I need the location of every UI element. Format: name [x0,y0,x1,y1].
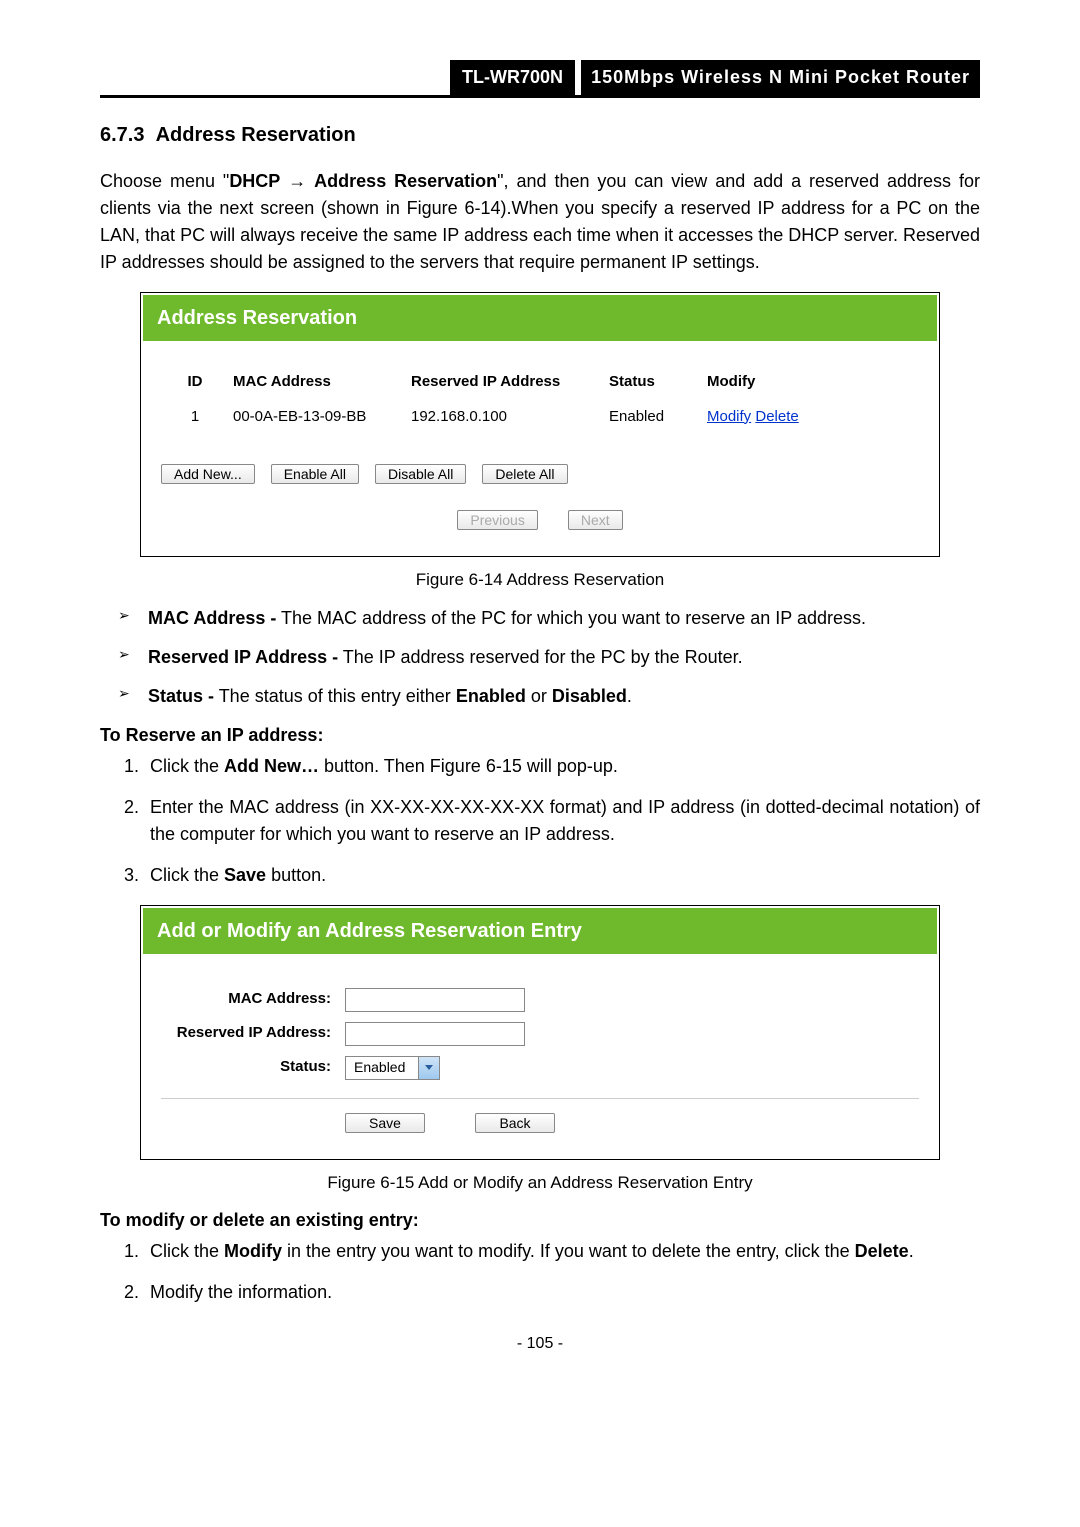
modify-heading: To modify or delete an existing entry: [100,1207,980,1234]
disable-all-button[interactable]: Disable All [375,464,466,484]
section-title: Address Reservation [156,124,356,146]
header-model: TL-WR700N [450,60,575,95]
figure-caption-2: Figure 6-15 Add or Modify an Address Res… [100,1170,980,1196]
def-status: Status - The status of this entry either… [130,683,980,710]
panel-title-2: Add or Modify an Address Reservation Ent… [143,908,937,954]
form-row-status: Status: Enabled [161,1056,919,1080]
page-header: TL-WR700N 150Mbps Wireless N Mini Pocket… [100,60,980,98]
definition-list: MAC Address - The MAC address of the PC … [100,605,980,710]
add-new-button[interactable]: Add New... [161,464,255,484]
def-mac: MAC Address - The MAC address of the PC … [130,605,980,632]
enable-all-button[interactable]: Enable All [271,464,359,484]
label-ip: Reserved IP Address: [161,1022,345,1045]
mod-step-2: Modify the information. [144,1279,980,1306]
next-button[interactable]: Next [568,510,623,530]
header-desc: 150Mbps Wireless N Mini Pocket Router [581,60,980,95]
col-id: ID [161,365,229,400]
action-button-row: Add New... Enable All Disable All Delete… [161,464,919,484]
cell-id: 1 [161,400,229,435]
intro-paragraph: Choose menu "DHCP → Address Reservation"… [100,168,980,276]
cell-mac: 00-0A-EB-13-09-BB [229,400,407,435]
step-3: Click the Save button. [144,862,980,889]
form-row-mac: MAC Address: [161,988,919,1012]
section-number: 6.7.3 [100,124,144,146]
reserved-ip-input[interactable] [345,1022,525,1046]
figure-add-modify-entry: Add or Modify an Address Reservation Ent… [140,905,940,1160]
step-2: Enter the MAC address (in XX-XX-XX-XX-XX… [144,794,980,848]
delete-link[interactable]: Delete [755,408,798,425]
save-button[interactable]: Save [345,1113,425,1133]
delete-all-button[interactable]: Delete All [482,464,567,484]
step-1: Click the Add New… button. Then Figure 6… [144,753,980,780]
reservation-table: ID MAC Address Reserved IP Address Statu… [161,365,919,434]
modify-steps: Click the Modify in the entry you want t… [100,1238,980,1306]
col-mac: MAC Address [229,365,407,400]
previous-button[interactable]: Previous [457,510,537,530]
mod-step-1: Click the Modify in the entry you want t… [144,1238,980,1265]
label-status: Status: [161,1056,345,1079]
separator [161,1098,919,1099]
status-select[interactable]: Enabled [345,1056,440,1080]
panel-title: Address Reservation [143,295,937,341]
col-ip: Reserved IP Address [407,365,605,400]
figure-caption-1: Figure 6-14 Address Reservation [100,567,980,593]
form-row-ip: Reserved IP Address: [161,1022,919,1046]
def-ip: Reserved IP Address - The IP address res… [130,644,980,671]
cell-ip: 192.168.0.100 [407,400,605,435]
col-status: Status [605,365,703,400]
back-button[interactable]: Back [475,1113,555,1133]
modify-link[interactable]: Modify [707,408,751,425]
col-modify: Modify [703,365,919,400]
cell-status: Enabled [605,400,703,435]
table-row: 1 00-0A-EB-13-09-BB 192.168.0.100 Enable… [161,400,919,435]
reserve-steps: Click the Add New… button. Then Figure 6… [100,753,980,889]
reserve-heading: To Reserve an IP address: [100,722,980,749]
label-mac: MAC Address: [161,988,345,1011]
chevron-down-icon [418,1057,439,1079]
pagination-row: Previous Next [161,510,919,530]
mac-address-input[interactable] [345,988,525,1012]
figure-address-reservation: Address Reservation ID MAC Address Reser… [140,292,940,557]
section-heading: 6.7.3 Address Reservation [100,120,980,150]
page-number: - 105 - [100,1332,980,1356]
form-button-row: Save Back [161,1113,919,1133]
status-value: Enabled [346,1057,418,1079]
